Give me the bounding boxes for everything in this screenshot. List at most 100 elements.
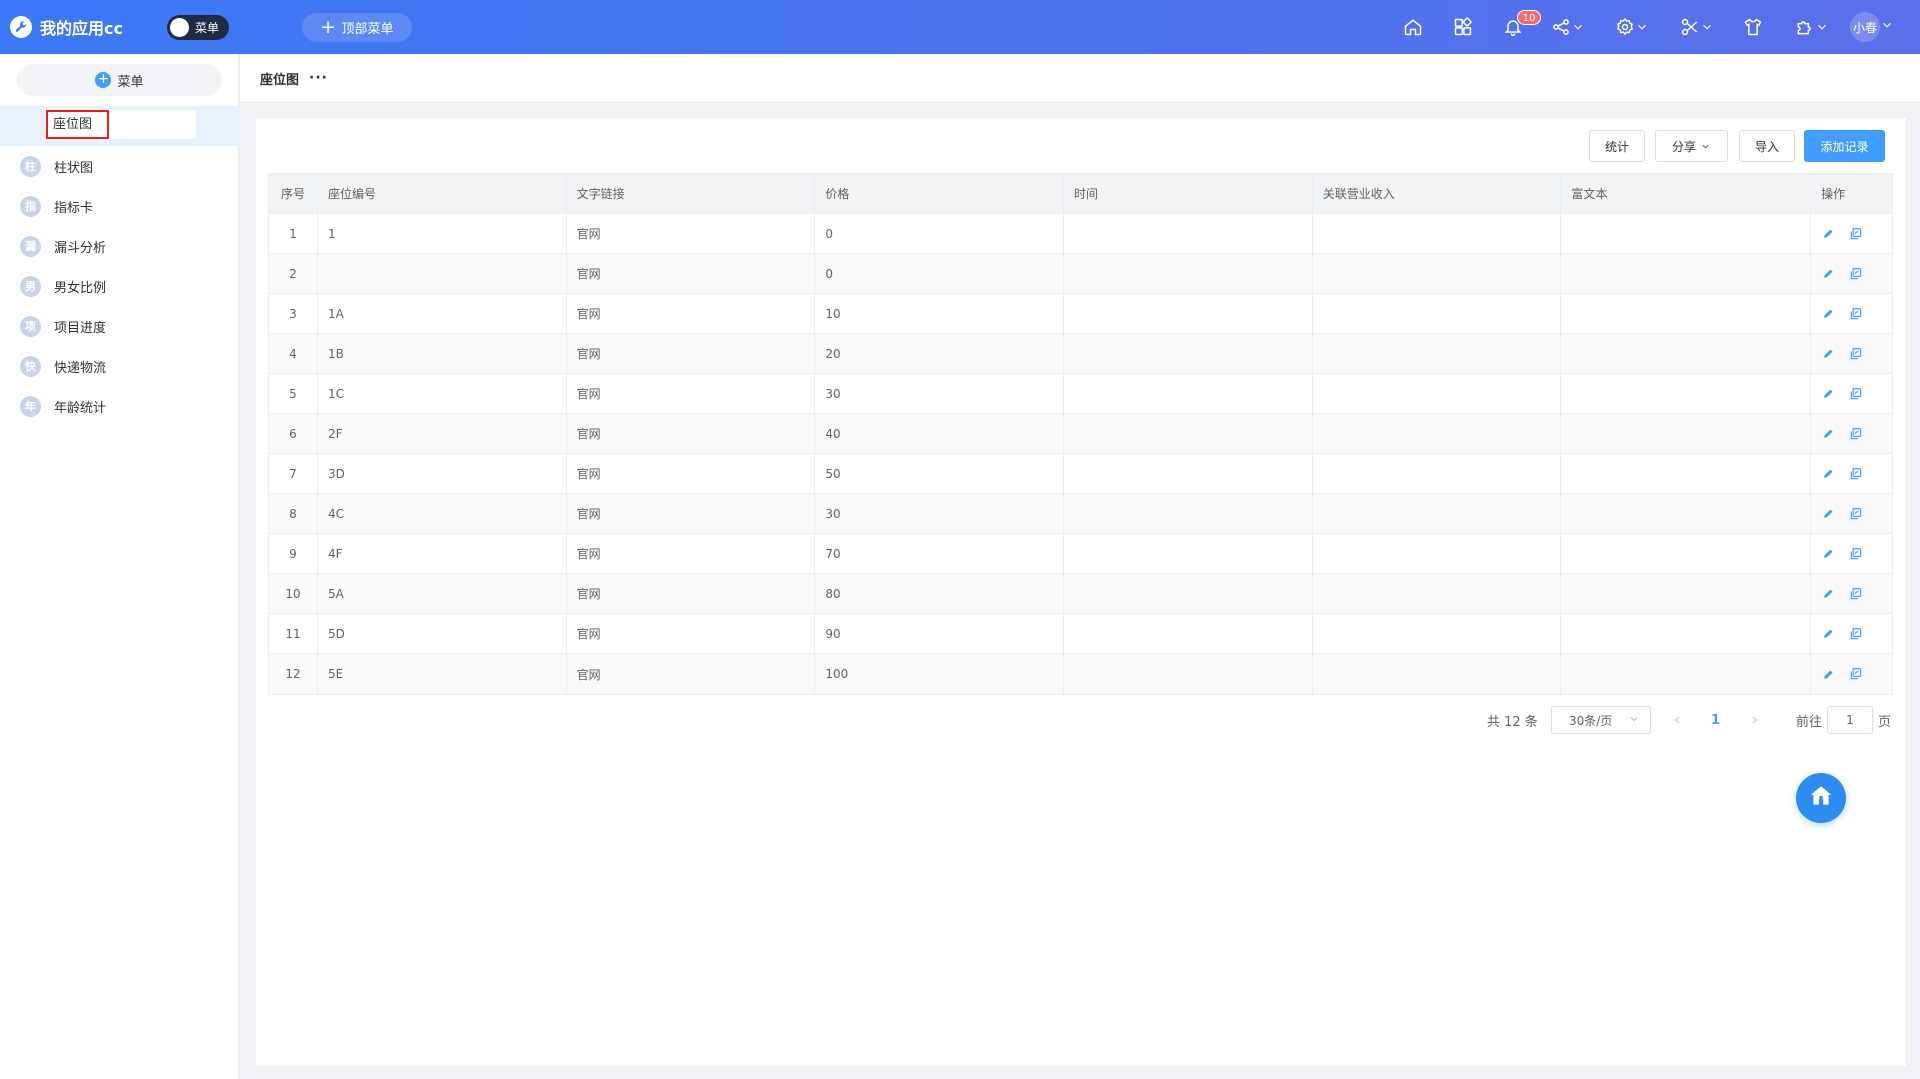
cell-text-link[interactable]: 官网 [567,614,816,653]
copy-icon[interactable] [1849,547,1863,561]
cell-time[interactable] [1064,214,1313,253]
table-row[interactable]: 7 3D 官网 50 [269,454,1892,494]
cell-rich-text[interactable] [1561,614,1812,653]
sidebar-item-project-progress[interactable]: 项 项目进度 [0,306,239,346]
cell-rich-text[interactable] [1561,374,1812,413]
cell-seat-number[interactable]: 3D [318,454,567,493]
table-row[interactable]: 10 5A 官网 80 [269,574,1892,614]
cell-related-revenue[interactable] [1313,414,1562,453]
cell-text-link[interactable]: 官网 [567,494,816,533]
cell-text-link[interactable]: 官网 [567,254,816,293]
page-size-select[interactable]: 30条/页 [1551,706,1651,734]
cell-rich-text[interactable] [1561,294,1812,333]
cell-seat-number[interactable]: 4C [318,494,567,533]
table-row[interactable]: 1 1 官网 0 [269,214,1892,254]
column-header[interactable]: 序号 [269,174,318,213]
table-row[interactable]: 5 1C 官网 30 [269,374,1892,414]
edit-icon[interactable] [1822,507,1835,520]
cell-price[interactable]: 30 [815,494,1064,533]
cell-seat-number[interactable]: 1 [318,214,567,253]
table-row[interactable]: 6 2F 官网 40 [269,414,1892,454]
cell-price[interactable]: 80 [815,574,1064,613]
copy-icon[interactable] [1849,227,1863,241]
cell-time[interactable] [1064,574,1313,613]
cell-seat-number[interactable]: 2F [318,414,567,453]
cell-text-link[interactable]: 官网 [567,454,816,493]
prev-page-button[interactable] [1671,706,1683,734]
page-number-current[interactable]: 1 [1711,706,1720,734]
column-header[interactable]: 座位编号 [318,174,567,213]
cell-time[interactable] [1064,334,1313,373]
cell-related-revenue[interactable] [1313,334,1562,373]
table-row[interactable]: 2 官网 0 [269,254,1892,294]
sidebar-item-bar-chart[interactable]: 柱 柱状图 [0,146,239,186]
column-header[interactable]: 文字链接 [567,174,816,213]
edit-icon[interactable] [1822,627,1835,640]
edit-icon[interactable] [1822,227,1835,240]
tools-menu[interactable] [1680,15,1714,39]
cell-time[interactable] [1064,654,1313,694]
cell-price[interactable]: 10 [815,294,1064,333]
sidebar-item-age-stats[interactable]: 年 年龄统计 [0,386,239,426]
edit-icon[interactable] [1822,668,1835,681]
shirt-icon[interactable] [1743,15,1763,39]
copy-icon[interactable] [1849,467,1863,481]
column-header[interactable]: 时间 [1064,174,1313,213]
cell-rich-text[interactable] [1561,654,1812,694]
top-menu-button[interactable]: + 顶部菜单 [302,13,412,42]
copy-icon[interactable] [1849,667,1863,681]
cell-seat-number[interactable]: 4F [318,534,567,573]
column-header[interactable]: 关联营业收入 [1313,174,1562,213]
cell-related-revenue[interactable] [1313,454,1562,493]
copy-icon[interactable] [1849,587,1863,601]
cell-price[interactable]: 30 [815,374,1064,413]
sidebar-item-gender-ratio[interactable]: 男 男女比例 [0,266,239,306]
column-header[interactable]: 富文本 [1561,174,1812,213]
sidebar-item-indicator-card[interactable]: 指 指标卡 [0,186,239,226]
cell-rich-text[interactable] [1561,334,1812,373]
cell-rich-text[interactable] [1561,254,1812,293]
cell-related-revenue[interactable] [1313,214,1562,253]
cell-text-link[interactable]: 官网 [567,294,816,333]
floating-home-button[interactable] [1796,773,1846,823]
cell-price[interactable]: 70 [815,534,1064,573]
edit-icon[interactable] [1822,587,1835,600]
cell-rich-text[interactable] [1561,494,1812,533]
cell-seat-number[interactable]: 5E [318,654,567,694]
cell-related-revenue[interactable] [1313,574,1562,613]
add-record-button[interactable]: 添加记录 [1804,130,1885,162]
edit-icon[interactable] [1822,467,1835,480]
menu-toggle-switch[interactable]: 菜单 [167,15,229,40]
copy-icon[interactable] [1849,627,1863,641]
cell-seat-number[interactable]: 1B [318,334,567,373]
sidebar-item-logistics[interactable]: 快 快递物流 [0,346,239,386]
cell-time[interactable] [1064,534,1313,573]
cell-price[interactable]: 20 [815,334,1064,373]
cell-time[interactable] [1064,414,1313,453]
copy-icon[interactable] [1849,427,1863,441]
copy-icon[interactable] [1849,307,1863,321]
cell-time[interactable] [1064,614,1313,653]
cell-related-revenue[interactable] [1313,294,1562,333]
edit-icon[interactable] [1822,267,1835,280]
settings-menu[interactable] [1615,15,1649,39]
edit-icon[interactable] [1822,427,1835,440]
cell-related-revenue[interactable] [1313,254,1562,293]
more-options-button[interactable]: ··· [309,70,328,86]
add-menu-button[interactable]: + 菜单 [17,64,222,96]
table-row[interactable]: 12 5E 官网 100 [269,654,1892,694]
cell-seat-number[interactable] [318,254,567,293]
cell-rich-text[interactable] [1561,574,1812,613]
cell-related-revenue[interactable] [1313,494,1562,533]
cell-time[interactable] [1064,494,1313,533]
goto-page-input[interactable]: 1 [1827,706,1873,734]
home-icon[interactable] [1403,15,1423,39]
cell-time[interactable] [1064,374,1313,413]
edit-icon[interactable] [1822,547,1835,560]
edit-icon[interactable] [1822,347,1835,360]
table-row[interactable]: 4 1B 官网 20 [269,334,1892,374]
cell-text-link[interactable]: 官网 [567,574,816,613]
share-menu[interactable] [1551,15,1585,39]
notification-button[interactable]: 10 [1503,10,1541,39]
cell-related-revenue[interactable] [1313,654,1562,694]
